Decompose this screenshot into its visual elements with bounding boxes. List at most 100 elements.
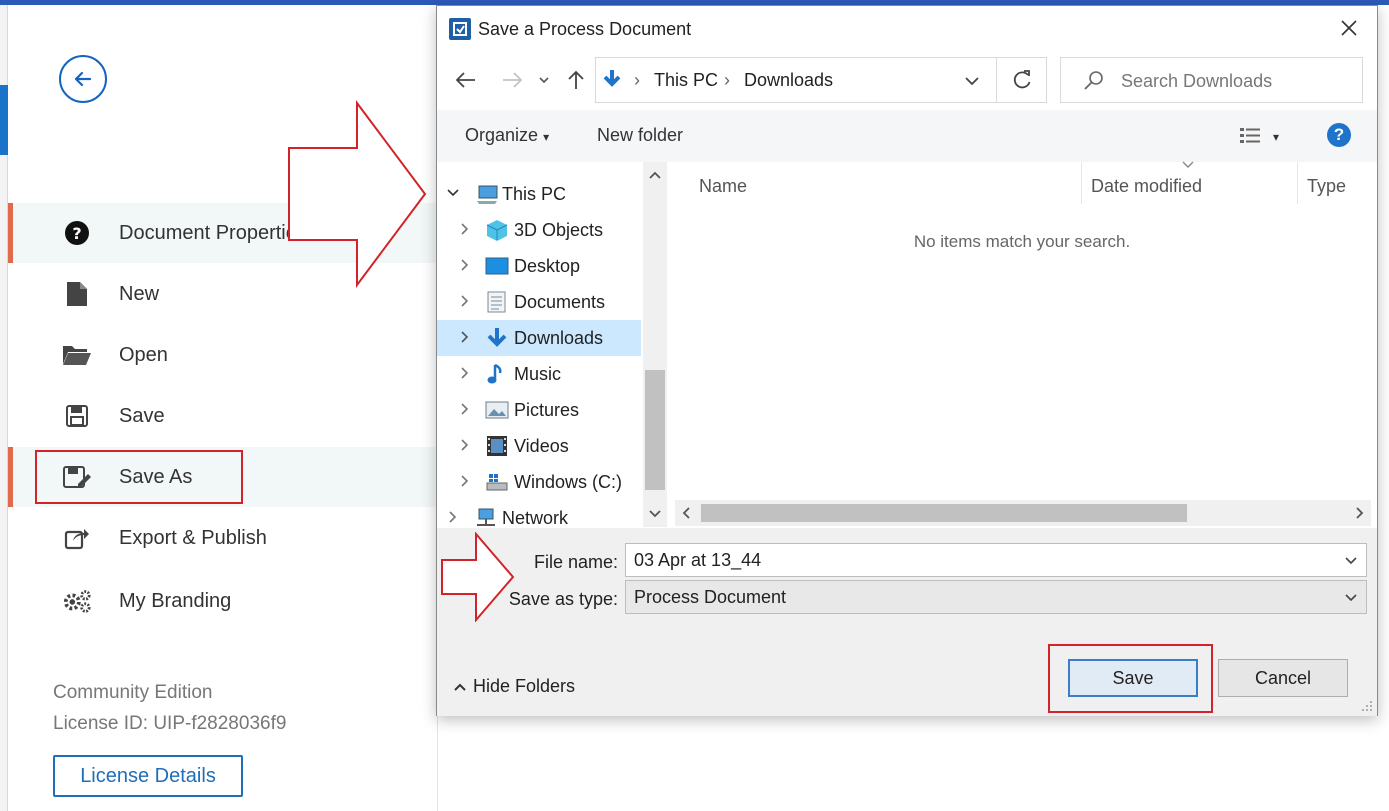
tree-vertical-scrollbar[interactable] xyxy=(643,162,667,527)
breadcrumb-separator: › xyxy=(724,70,730,90)
tree-item-windows-c[interactable]: Windows (C:) xyxy=(437,464,641,500)
chevron-right-icon[interactable] xyxy=(457,221,473,237)
arrow-left-icon xyxy=(74,71,92,87)
breadcrumb-downloads[interactable]: Downloads xyxy=(744,70,833,91)
annotation-box-save-as xyxy=(35,450,243,504)
file-icon xyxy=(62,279,92,309)
chevron-down-icon[interactable] xyxy=(1344,553,1358,567)
menu-label: Export & Publish xyxy=(119,526,267,549)
question-circle-icon: ? xyxy=(62,218,92,248)
column-header-name[interactable]: Name xyxy=(699,176,747,197)
back-button[interactable] xyxy=(59,55,107,103)
annotation-box-save xyxy=(1048,644,1213,713)
menu-label: Document Properties xyxy=(119,221,307,244)
tree-label: Windows (C:) xyxy=(514,472,623,492)
view-options-icon[interactable] xyxy=(1239,127,1261,145)
gears-icon xyxy=(62,586,92,616)
menu-item-open[interactable]: Open xyxy=(8,325,438,385)
app-logo-icon xyxy=(449,18,471,40)
tree-item-videos[interactable]: Videos xyxy=(437,428,641,464)
view-options-chevron-icon[interactable]: ▾ xyxy=(1273,130,1279,144)
tree-label: Music xyxy=(514,364,562,384)
menu-label: My Branding xyxy=(119,589,232,612)
chevron-right-icon[interactable] xyxy=(457,473,473,489)
tree-item-this-pc[interactable]: This PC xyxy=(437,176,641,212)
file-list-horizontal-scrollbar[interactable] xyxy=(675,500,1371,526)
menu-item-save[interactable]: Save xyxy=(8,386,438,446)
address-bar[interactable]: › This PC › Downloads xyxy=(595,57,1047,103)
cancel-button[interactable]: Cancel xyxy=(1218,659,1348,697)
back-arrow-icon[interactable] xyxy=(455,69,477,91)
breadcrumb-this-pc[interactable]: This PC xyxy=(654,70,718,91)
tree-label: This PC xyxy=(502,184,567,204)
up-arrow-icon[interactable] xyxy=(565,69,587,91)
save-form: File name: 03 Apr at 13_44 Save as type:… xyxy=(437,528,1377,716)
menu-item-my-branding[interactable]: My Branding xyxy=(8,571,438,631)
menu-label: Open xyxy=(119,343,168,366)
tree-item-pictures[interactable]: Pictures xyxy=(437,392,641,428)
chevron-right-icon[interactable] xyxy=(457,437,473,453)
tree-item-music[interactable]: Music xyxy=(437,356,641,392)
column-header-type[interactable]: Type xyxy=(1307,176,1346,197)
search-placeholder: Search Downloads xyxy=(1121,71,1273,91)
share-icon xyxy=(62,523,92,553)
tree-item-network[interactable]: Network xyxy=(437,500,641,527)
resize-grip-icon[interactable] xyxy=(1361,700,1373,712)
edition-text: Community Edition xyxy=(53,682,213,703)
close-icon[interactable] xyxy=(1337,16,1361,40)
organize-menu[interactable]: Organize ▾ xyxy=(465,125,549,146)
dialog-title-bar: Save a Process Document xyxy=(437,6,1377,52)
chevron-right-icon[interactable] xyxy=(445,509,461,525)
tree-item-3d-objects[interactable]: 3D Objects xyxy=(437,212,641,248)
help-icon[interactable]: ? xyxy=(1327,123,1351,147)
chevron-right-icon[interactable] xyxy=(457,293,473,309)
tree-label: Network xyxy=(502,508,569,527)
file-list-pane: Name Date modified Type No items match y… xyxy=(669,161,1375,527)
tree-label: Downloads xyxy=(514,328,604,348)
download-arrow-icon xyxy=(603,70,621,87)
menu-label: New xyxy=(119,282,160,305)
scrollbar-thumb[interactable] xyxy=(701,504,1187,522)
folder-open-icon xyxy=(62,340,92,370)
file-name-label: File name: xyxy=(533,552,618,572)
forward-arrow-icon[interactable] xyxy=(501,69,523,91)
search-box[interactable]: Search Downloads xyxy=(1060,57,1363,103)
scroll-down-icon[interactable] xyxy=(649,509,661,519)
sort-chevron-icon xyxy=(1182,161,1194,168)
navigation-tree: This PC 3D Objects Desktop Documents Dow… xyxy=(437,162,643,527)
menu-label: Save xyxy=(119,404,165,427)
chevron-right-icon[interactable] xyxy=(457,257,473,273)
scrollbar-thumb[interactable] xyxy=(645,370,665,490)
chevron-right-icon[interactable] xyxy=(457,401,473,417)
cube-icon xyxy=(486,220,508,241)
document-icon xyxy=(487,291,506,313)
scroll-up-icon[interactable] xyxy=(649,170,661,180)
search-icon xyxy=(1084,71,1103,90)
chevron-right-icon[interactable] xyxy=(457,365,473,381)
new-folder-button[interactable]: New folder xyxy=(597,125,683,146)
chevron-down-icon[interactable] xyxy=(964,74,980,88)
scroll-right-icon[interactable] xyxy=(1355,507,1365,519)
save-as-type-select[interactable]: Process Document xyxy=(625,580,1367,614)
chevron-right-icon[interactable] xyxy=(457,329,473,345)
tree-item-desktop[interactable]: Desktop xyxy=(437,248,641,284)
chevron-down-icon[interactable] xyxy=(1344,590,1358,604)
file-name-input[interactable]: 03 Apr at 13_44 xyxy=(625,543,1367,577)
breadcrumb-separator: › xyxy=(634,70,640,90)
tree-label: Videos xyxy=(514,436,569,456)
tree-item-documents[interactable]: Documents xyxy=(437,284,641,320)
empty-message: No items match your search. xyxy=(913,232,1131,251)
column-header-date-modified[interactable]: Date modified xyxy=(1091,176,1202,197)
tree-label: Pictures xyxy=(514,400,580,420)
tree-label: 3D Objects xyxy=(514,220,604,240)
menu-item-export-publish[interactable]: Export & Publish xyxy=(8,508,438,568)
recent-locations-chevron-icon[interactable] xyxy=(537,69,551,91)
background-app-edge xyxy=(0,5,8,811)
license-details-button[interactable]: License Details xyxy=(53,755,243,797)
tree-item-downloads[interactable]: Downloads xyxy=(437,320,641,356)
scroll-left-icon[interactable] xyxy=(681,507,691,519)
chevron-down-icon[interactable] xyxy=(445,185,461,201)
annotation-arrow-right-icon xyxy=(441,532,515,622)
hide-folders-toggle[interactable]: Hide Folders xyxy=(453,676,575,697)
refresh-button[interactable] xyxy=(996,57,1046,103)
